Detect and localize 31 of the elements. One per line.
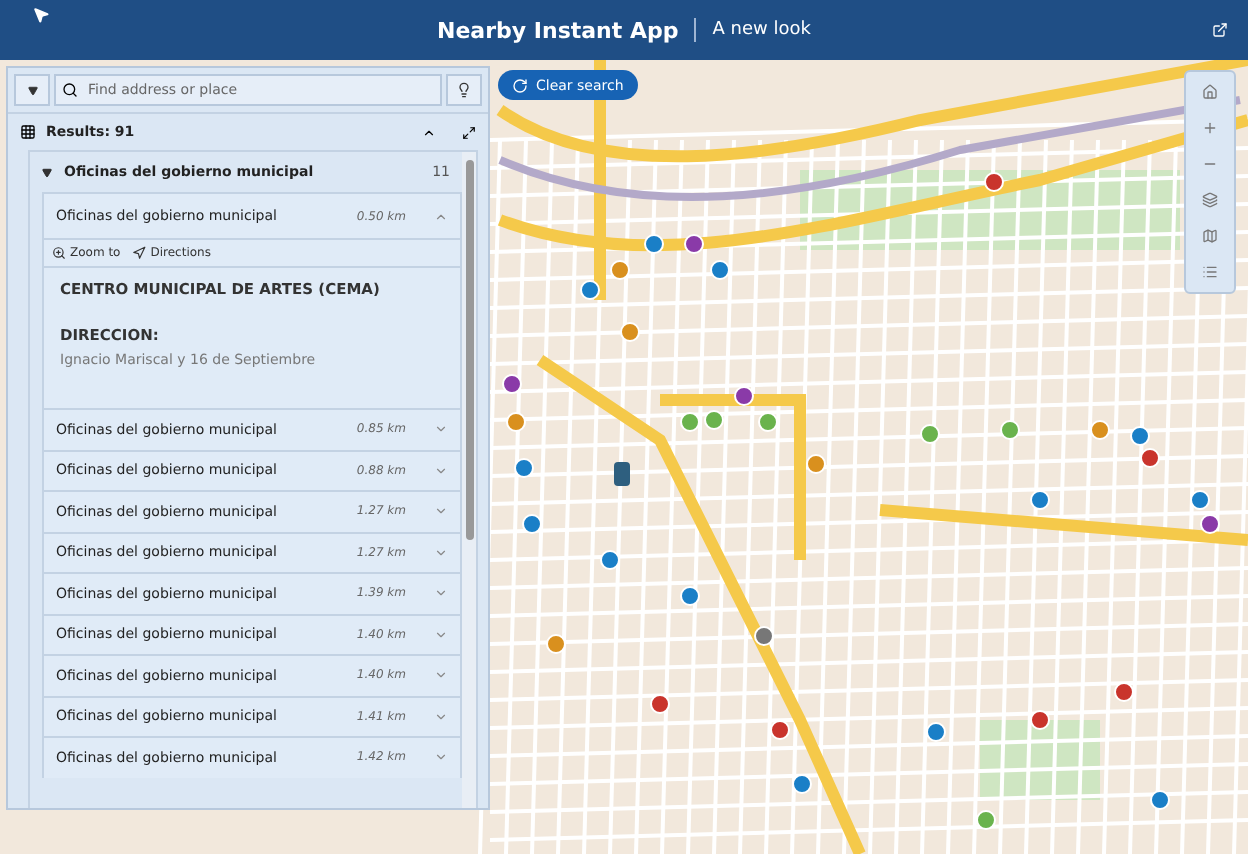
refresh-icon [512, 77, 528, 93]
chevron-down-icon [434, 504, 448, 519]
lightbulb-button[interactable] [446, 74, 482, 106]
chevron-down-icon [434, 545, 448, 560]
dropdown-button[interactable] [14, 74, 50, 106]
cursor-icon [32, 6, 50, 24]
share-icon[interactable] [1212, 22, 1228, 38]
directions-icon [132, 246, 147, 260]
chevron-down-icon [434, 463, 448, 478]
chevron-up-icon [434, 209, 448, 223]
app-title: Nearby Instant App [437, 17, 679, 43]
resize-icon [462, 125, 476, 139]
map-icon [1202, 228, 1218, 244]
scrollbar[interactable] [462, 152, 476, 808]
list-icon [1202, 264, 1218, 280]
lightbulb-icon [456, 82, 472, 98]
caret-icon [27, 85, 37, 95]
table-icon [20, 124, 36, 140]
zoom-in-icon [1202, 120, 1218, 136]
chevron-down-icon [434, 709, 448, 724]
chevron-down-icon [434, 627, 448, 642]
home-icon [1202, 84, 1218, 100]
collapse-icon [422, 125, 436, 139]
caret-icon [42, 167, 52, 177]
zoom-icon [52, 246, 66, 260]
app-subtitle: A new look [712, 20, 811, 40]
chevron-down-icon [434, 750, 448, 765]
chevron-down-icon [434, 668, 448, 683]
chevron-down-icon [434, 586, 448, 601]
chevron-down-icon [434, 422, 448, 437]
layers-icon [1202, 192, 1218, 208]
